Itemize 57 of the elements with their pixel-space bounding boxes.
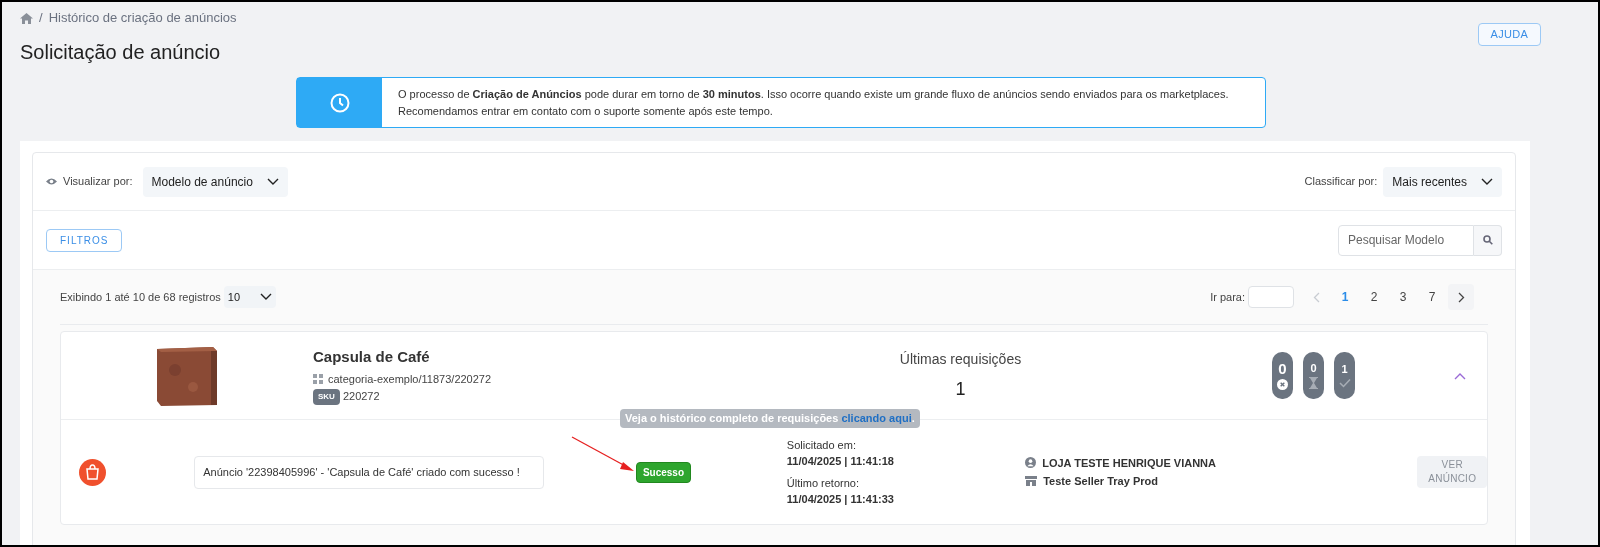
returned-date: 11/04/2025 | 11:41:33 — [786, 492, 895, 507]
user-icon — [1025, 457, 1037, 469]
hourglass-icon — [1309, 376, 1318, 389]
filters-button[interactable]: FILTROS — [46, 228, 123, 252]
chevron-down-icon — [266, 177, 279, 186]
chevron-down-icon — [1481, 177, 1493, 186]
sort-by-select[interactable]: Mais recentes — [1383, 166, 1502, 197]
home-icon[interactable] — [20, 12, 33, 24]
sku-number: 220272 — [342, 389, 380, 405]
breadcrumb-separator: / — [39, 9, 43, 28]
tooltip-period: . — [911, 412, 915, 424]
sku-badge: SKU — [313, 388, 340, 405]
eye-icon — [46, 177, 57, 186]
chevron-left-icon — [1312, 291, 1320, 303]
tooltip-text: Veja o histórico completo de requisições — [625, 412, 840, 424]
search-icon — [1482, 235, 1493, 245]
check-icon — [1338, 377, 1351, 388]
chevron-down-icon — [259, 293, 272, 301]
close-circle-icon — [1277, 379, 1288, 390]
requested-date: 11/04/2025 | 11:41:18 — [786, 454, 895, 469]
grid-icon — [313, 374, 323, 384]
status-counter: 0 — [1303, 352, 1324, 399]
requests-label: Últimas requisições — [899, 349, 1022, 369]
page-size-select[interactable]: 10 — [223, 286, 276, 308]
alert-text: O processo de Criação de Anúncios pode durar em torno de 30 minutos. Isso ocorre quando existe um grande fluxo de anúncios sendo enviados para os marketplaces. — [398, 86, 1229, 102]
page-button[interactable]: 7 — [1419, 284, 1445, 310]
store-name: LOJA TESTE HENRIQUE VIANNA — [1042, 455, 1216, 471]
goto-field[interactable] — [1248, 286, 1294, 308]
chevron-right-icon — [1457, 291, 1465, 303]
page-title: Solicitação de anúncio — [20, 40, 222, 65]
requested-label: Solicitado em: — [786, 438, 857, 453]
category-path: categoria-exemplo/11873/220272 — [328, 371, 492, 387]
goto-label: Ir para: — [1210, 289, 1245, 305]
search-button[interactable] — [1474, 224, 1502, 256]
alert-text: Recomendamos entrar em contato com o suporte somente após este tempo. — [398, 103, 774, 119]
status-badge: Sucesso — [635, 461, 692, 483]
clock-icon — [329, 92, 350, 113]
seller-name: Teste Seller Tray Prod — [1043, 474, 1158, 489]
shopping-bag-icon — [79, 458, 106, 486]
page-button[interactable]: 2 — [1361, 284, 1387, 310]
next-page-button[interactable] — [1448, 284, 1474, 310]
arrow-drawing — [571, 436, 635, 472]
requests-count: 1 — [955, 377, 966, 401]
store-icon — [1025, 476, 1038, 487]
status-counter: 0 — [1272, 352, 1293, 399]
view-by-select[interactable]: Modelo de anúncio — [142, 166, 288, 197]
product-title: Capsula de Café — [313, 347, 431, 368]
chevron-up-icon — [1454, 371, 1466, 380]
returned-label: Último retorno: — [786, 476, 860, 491]
breadcrumb-link[interactable]: Histórico de criação de anúncios — [48, 8, 237, 28]
result-message: Anúncio '22398405996' - 'Capsula de Café' criado com sucesso ! — [194, 455, 544, 489]
view-by-label: Visualizar por: — [63, 174, 133, 190]
sort-by-label: Classificar por: — [1304, 174, 1378, 190]
page-button[interactable]: 3 — [1390, 284, 1416, 310]
status-counter: 1 — [1334, 352, 1355, 399]
records-count: Exibindo 1 até 10 de 68 registros — [60, 289, 221, 305]
search-field[interactable]: Pesquisar Modelo — [1338, 224, 1474, 256]
